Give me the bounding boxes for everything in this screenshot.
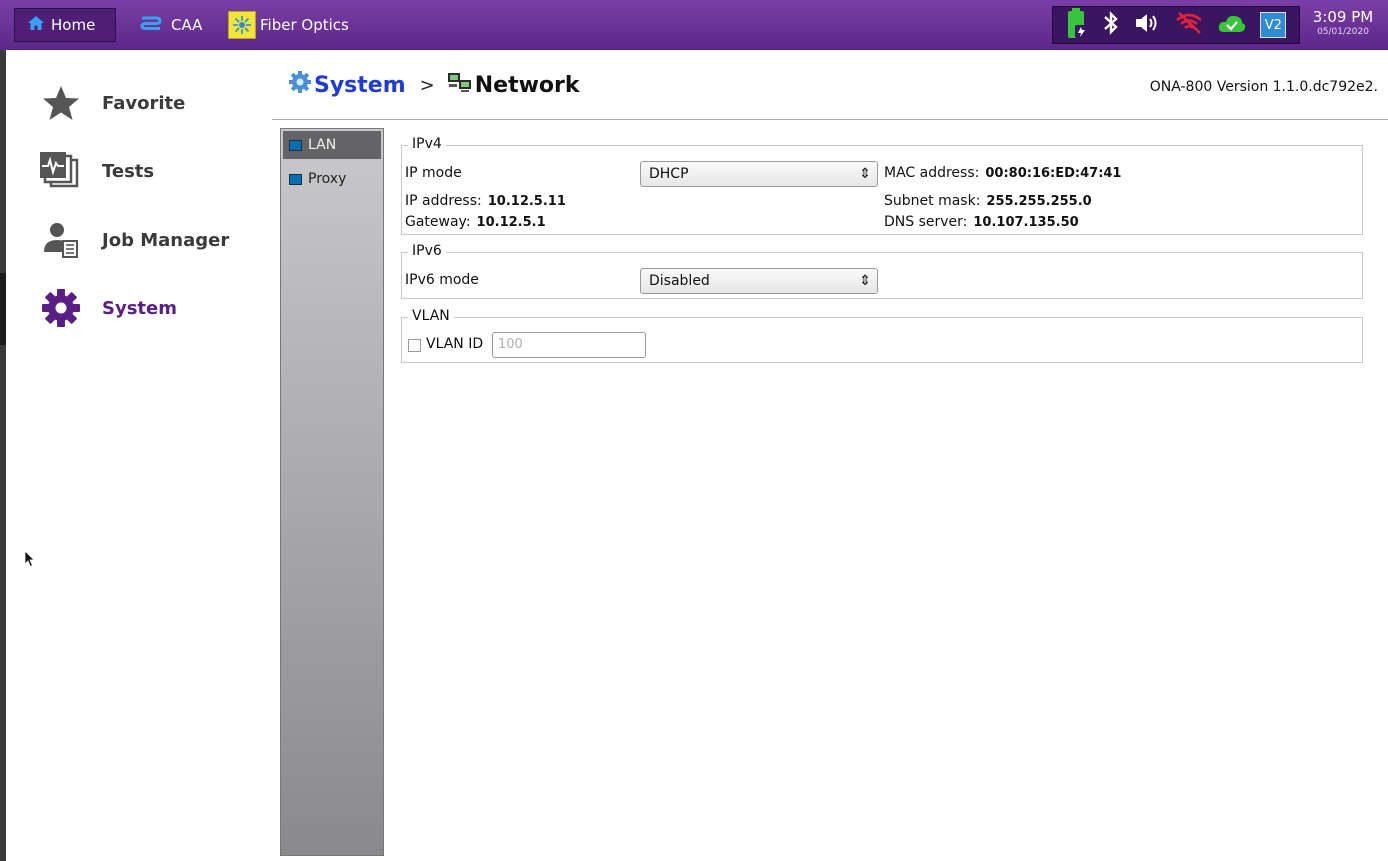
left-navigation: Favorite Tests Job Manager System	[0, 50, 272, 861]
subtab-proxy[interactable]: Proxy	[283, 165, 381, 193]
system-gear-icon	[288, 70, 312, 100]
ip-mode-label: IP mode	[405, 165, 462, 181]
mac-address-value: 00:80:16:ED:47:41	[985, 166, 1122, 181]
clock-time: 3:09 PM	[1312, 8, 1374, 26]
subtab-lan[interactable]: LAN	[283, 131, 381, 159]
network-icon	[447, 71, 473, 99]
nav-item-label: Favorite	[102, 92, 186, 114]
subnet-mask-value: 255.255.255.0	[986, 194, 1092, 209]
vlan-id-input[interactable]: 100	[492, 332, 646, 358]
ip-address-value: 10.12.5.11	[487, 194, 566, 209]
lan-icon	[289, 139, 302, 151]
gateway-label: Gateway:	[405, 214, 471, 230]
dns-server-value: 10.107.135.50	[973, 215, 1079, 230]
breadcrumb-system-link[interactable]: System	[314, 73, 406, 98]
proxy-icon	[289, 173, 302, 185]
nav-item-label: Job Manager	[102, 229, 230, 251]
top-bar: Home CAA Fiber Optics V2 3:09 PM 05/01/2…	[0, 0, 1388, 50]
vlan-title: VLAN	[408, 308, 454, 324]
nav-item-label: Tests	[102, 160, 155, 182]
fiber-optics-tab-label: Fiber Optics	[260, 16, 349, 34]
select-arrows-icon: ⇕	[859, 273, 871, 289]
version-label: ONA-800 Version 1.1.0.dc792e2.	[1149, 79, 1378, 95]
caa-tab[interactable]: CAA	[128, 8, 218, 42]
subtab-label: Proxy	[308, 171, 347, 187]
network-subtabs: LAN Proxy	[280, 128, 384, 856]
gear-icon	[36, 286, 86, 330]
fiber-optics-tab[interactable]: Fiber Optics	[228, 8, 378, 42]
nav-item-favorite[interactable]: Favorite	[36, 78, 266, 128]
ipv6-mode-value: Disabled	[649, 273, 710, 289]
subtab-label: LAN	[308, 137, 337, 153]
dns-server-row: DNS server: 10.107.135.50	[884, 214, 1079, 230]
cloud-check-icon[interactable]	[1217, 12, 1247, 38]
nav-item-label: System	[102, 297, 177, 319]
ipv6-mode-label: IPv6 mode	[405, 272, 479, 288]
dns-server-label: DNS server:	[884, 214, 968, 230]
active-indicator	[0, 273, 6, 345]
vlan-id-label: VLAN ID	[426, 336, 484, 352]
fiber-optics-icon	[228, 11, 256, 39]
star-icon	[36, 81, 86, 125]
home-tab[interactable]: Home	[14, 8, 116, 42]
home-tab-label: Home	[51, 16, 96, 34]
caa-tab-label: CAA	[171, 16, 203, 34]
breadcrumb: System > Network	[288, 70, 580, 100]
ip-mode-select[interactable]: DHCP ⇕	[640, 161, 878, 187]
status-tray[interactable]: V2	[1052, 6, 1300, 44]
gateway-row: Gateway: 10.12.5.1	[405, 214, 546, 230]
subnet-mask-row: Subnet mask: 255.255.255.0	[884, 193, 1092, 209]
vlan-checkbox[interactable]	[408, 339, 421, 352]
select-arrows-icon: ⇕	[859, 166, 871, 182]
wifi-disabled-icon[interactable]	[1174, 11, 1204, 39]
ip-mode-value: DHCP	[649, 166, 689, 182]
ip-address-row: IP address: 10.12.5.11	[405, 193, 566, 209]
ipv6-title: IPv6	[408, 243, 446, 259]
ip-address-label: IP address:	[405, 193, 482, 209]
ipv6-mode-select[interactable]: Disabled ⇕	[640, 268, 878, 294]
tests-icon	[36, 149, 86, 193]
ipv4-title: IPv4	[408, 136, 446, 152]
clock: 3:09 PM 05/01/2020	[1306, 8, 1380, 38]
ipv6-group: IPv6	[401, 243, 1363, 299]
gateway-value: 10.12.5.1	[476, 215, 546, 230]
breadcrumb-network: Network	[474, 72, 580, 98]
mouse-pointer-icon	[24, 550, 36, 572]
breadcrumb-separator: >	[419, 74, 435, 96]
mac-address-label: MAC address:	[884, 165, 980, 181]
vnc-icon[interactable]: V2	[1260, 12, 1287, 38]
nav-item-job-manager[interactable]: Job Manager	[36, 215, 266, 265]
vlan-id-placeholder: 100	[498, 337, 523, 352]
speaker-icon[interactable]	[1134, 11, 1160, 39]
subnet-mask-label: Subnet mask:	[884, 193, 981, 209]
mac-address-row: MAC address: 00:80:16:ED:47:41	[884, 165, 1121, 181]
battery-charging-icon[interactable]	[1066, 7, 1088, 43]
caa-icon	[140, 14, 162, 36]
vnc-label: V2	[1264, 17, 1282, 33]
nav-item-tests[interactable]: Tests	[36, 146, 266, 196]
home-icon	[27, 15, 45, 35]
job-manager-icon	[36, 218, 86, 262]
bluetooth-icon[interactable]	[1101, 10, 1121, 40]
page-header: System > Network ONA-800 Version 1.1.0.d…	[272, 50, 1388, 120]
nav-item-system[interactable]: System	[36, 283, 266, 333]
clock-date: 05/01/2020	[1317, 27, 1369, 37]
